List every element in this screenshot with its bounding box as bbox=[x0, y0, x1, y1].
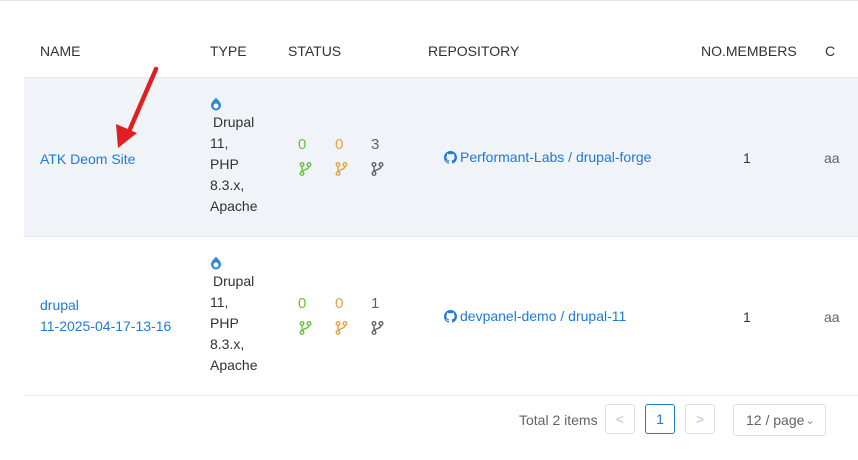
type-line: Drupal bbox=[213, 273, 255, 289]
status-gray-count: 3 bbox=[371, 136, 380, 153]
status-orange-count: 0 bbox=[335, 295, 344, 312]
repository-link[interactable]: devpanel-demo / drupal-11 bbox=[444, 308, 626, 324]
page-number-button[interactable]: 1 bbox=[645, 404, 675, 434]
git-branch-icon[interactable] bbox=[299, 321, 312, 335]
repository-text[interactable]: Performant-Labs / drupal-forge bbox=[460, 149, 651, 165]
type-line: PHP bbox=[210, 315, 239, 331]
type-line: Apache bbox=[210, 198, 258, 214]
type-line: PHP bbox=[210, 156, 239, 172]
type-line: 11, bbox=[210, 294, 229, 310]
total-items-label: Total 2 items bbox=[519, 412, 598, 428]
git-branch-icon[interactable] bbox=[335, 162, 348, 176]
git-branch-icon[interactable] bbox=[371, 321, 384, 335]
header-members[interactable]: NO.MEMBERS bbox=[701, 43, 797, 59]
status-gray-count: 1 bbox=[371, 295, 380, 312]
header-repository[interactable]: REPOSITORY bbox=[428, 43, 519, 59]
table-row[interactable]: drupal 11-2025-04-17-13-16 Drupal 11, PH… bbox=[24, 237, 858, 396]
type-line: 8.3.x, bbox=[210, 177, 245, 193]
drupal-icon bbox=[211, 256, 221, 270]
status-green-count: 0 bbox=[298, 295, 307, 312]
site-type: Drupal 11, PHP 8.3.x, Apache bbox=[210, 256, 257, 376]
top-border bbox=[0, 0, 858, 1]
type-line: 11, bbox=[210, 135, 229, 151]
repository-link[interactable]: Performant-Labs / drupal-forge bbox=[444, 149, 651, 165]
members-count: 1 bbox=[743, 150, 751, 166]
status-orange-count: 0 bbox=[335, 136, 344, 153]
site-name-line1[interactable]: ATK Deom Site bbox=[40, 151, 135, 167]
page-size-select[interactable]: 12 / page ⌄ bbox=[733, 404, 826, 436]
header-cut[interactable]: C bbox=[825, 43, 835, 59]
type-line: Drupal bbox=[213, 114, 255, 130]
site-type: Drupal 11, PHP 8.3.x, Apache bbox=[210, 97, 257, 217]
red-arrow bbox=[116, 66, 159, 148]
github-icon bbox=[444, 310, 457, 323]
cut-off-cell: aa bbox=[824, 150, 840, 166]
type-line: Apache bbox=[210, 357, 258, 373]
prev-page-button[interactable]: < bbox=[605, 404, 635, 434]
header-name[interactable]: NAME bbox=[40, 43, 80, 59]
members-count: 1 bbox=[743, 309, 751, 325]
page-size-value[interactable]: 12 / page bbox=[746, 412, 804, 428]
header-status[interactable]: STATUS bbox=[288, 43, 341, 59]
repository-text[interactable]: devpanel-demo / drupal-11 bbox=[460, 308, 626, 324]
site-name-link[interactable]: ATK Deom Site bbox=[40, 149, 135, 170]
site-name-link[interactable]: drupal 11-2025-04-17-13-16 bbox=[40, 295, 171, 337]
site-name-line1[interactable]: drupal bbox=[40, 295, 171, 316]
header-type[interactable]: TYPE bbox=[210, 43, 247, 59]
git-branch-icon[interactable] bbox=[299, 162, 312, 176]
status-green-count: 0 bbox=[298, 136, 307, 153]
cut-off-cell: aa bbox=[824, 309, 840, 325]
type-line: 8.3.x, bbox=[210, 336, 245, 352]
git-branch-icon[interactable] bbox=[371, 162, 384, 176]
next-page-button[interactable]: > bbox=[685, 404, 715, 434]
chevron-down-icon[interactable]: ⌄ bbox=[805, 405, 815, 435]
site-name-line2[interactable]: 11-2025-04-17-13-16 bbox=[40, 316, 171, 337]
github-icon bbox=[444, 151, 457, 164]
drupal-icon bbox=[211, 97, 221, 111]
git-branch-icon[interactable] bbox=[335, 321, 348, 335]
